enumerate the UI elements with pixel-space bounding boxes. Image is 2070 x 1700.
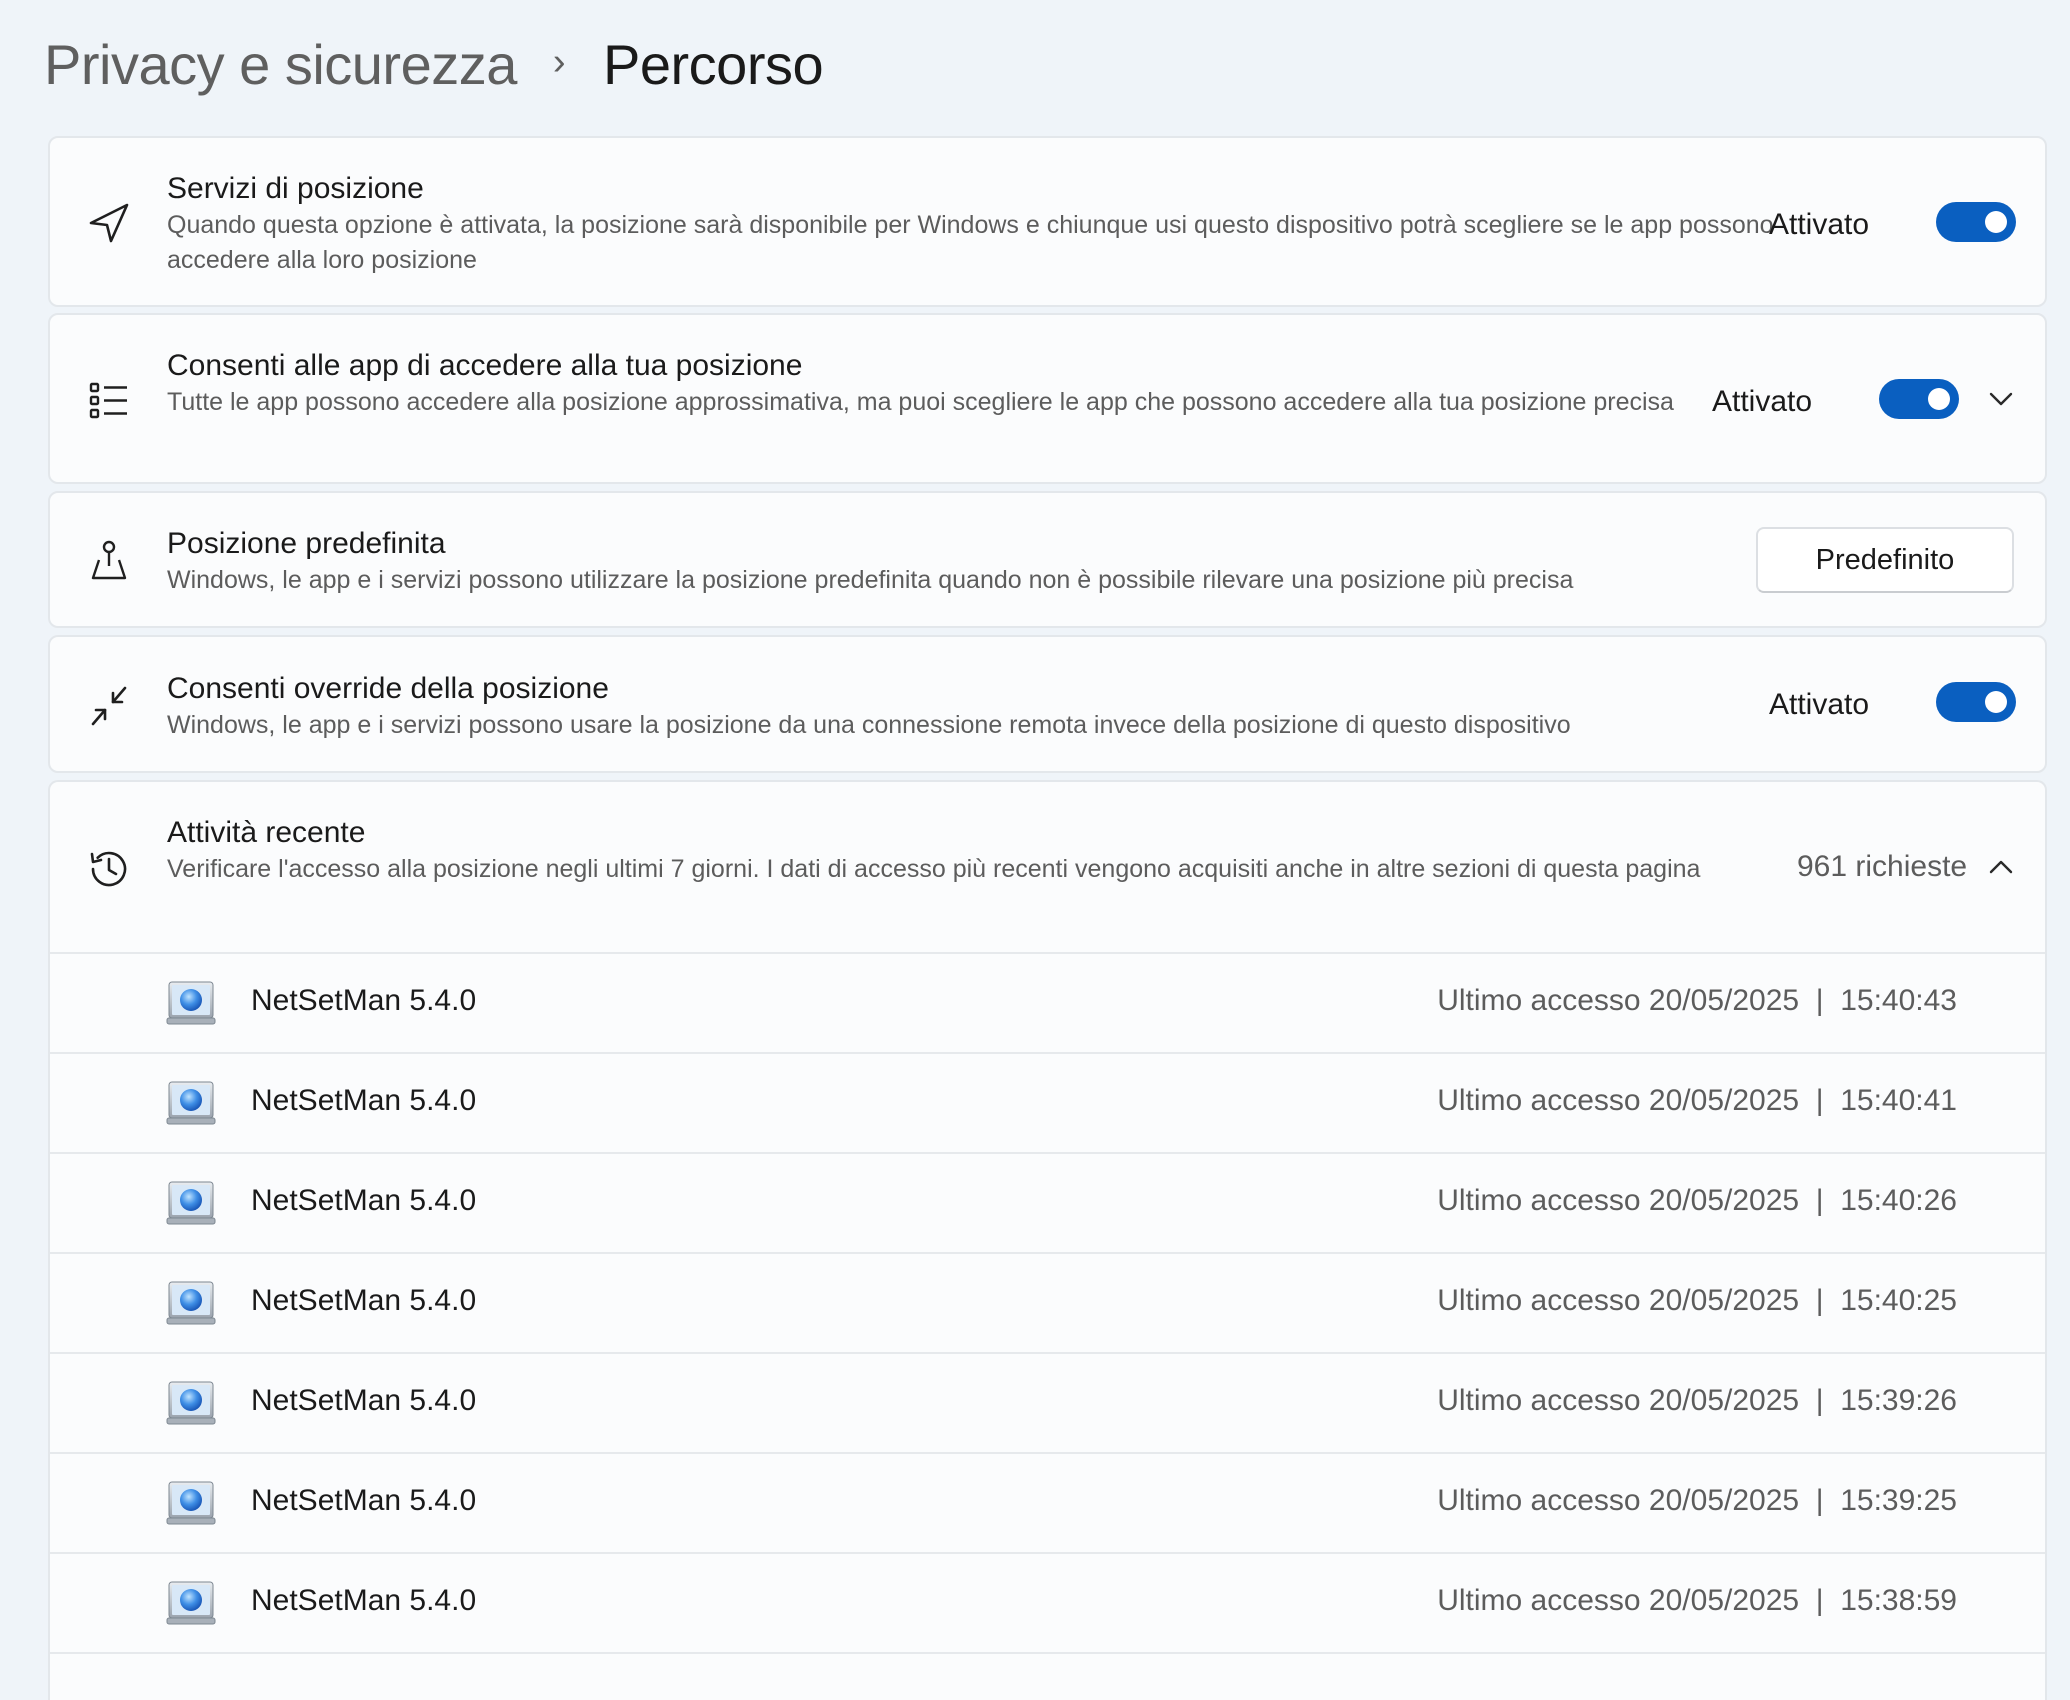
list-item: NetSetMan 5.4.0 Ultimo accesso 20/05/202… [50, 1552, 2045, 1652]
breadcrumb-parent[interactable]: Privacy e sicurezza [44, 32, 517, 97]
last-access-time: Ultimo accesso 20/05/2025 | 15:39:25 [1437, 1484, 1957, 1517]
chevron-up-icon[interactable] [1986, 852, 2016, 882]
list-item: NetSetMan 5.4.0 Ultimo accesso 20/05/202… [50, 1052, 2045, 1152]
breadcrumb-separator: › [552, 40, 566, 83]
app-name: NetSetMan 5.4.0 [251, 1184, 477, 1217]
last-access-time: Ultimo accesso 20/05/2025 | 15:40:41 [1437, 1084, 1957, 1117]
page-title: Percorso [603, 32, 824, 96]
location-services-state: Attivato [1769, 208, 1870, 241]
app-name: NetSetMan 5.4.0 [251, 1284, 477, 1317]
map-pin-icon [84, 535, 134, 585]
app-name: NetSetMan 5.4.0 [251, 1584, 477, 1617]
app-window-icon [166, 1081, 216, 1125]
toggle-knob [1985, 211, 2007, 233]
app-access-state: Attivato [1712, 385, 1813, 418]
app-window-icon [166, 1381, 216, 1425]
list-item: NetSetMan 5.4.0 Ultimo accesso 20/05/202… [50, 1152, 2045, 1252]
history-icon [84, 844, 134, 894]
chevron-down-icon[interactable] [1986, 384, 2016, 414]
location-services-card: Servizi di posizione Quando questa opzio… [48, 136, 2047, 307]
app-name: NetSetMan 5.4.0 [251, 1084, 477, 1117]
location-override-description: Windows, le app e i servizi possono usar… [167, 711, 1571, 739]
list-divider [50, 1652, 2045, 1654]
app-access-card[interactable]: Consenti alle app di accedere alla tua p… [48, 313, 2047, 484]
app-window-icon [166, 981, 216, 1025]
app-access-toggle[interactable] [1879, 379, 1959, 419]
last-access-time: Ultimo accesso 20/05/2025 | 15:40:43 [1437, 984, 1957, 1017]
list-icon [84, 375, 134, 425]
app-window-icon [166, 1581, 216, 1625]
app-window-icon [166, 1481, 216, 1525]
app-window-icon [166, 1181, 216, 1225]
last-access-time: Ultimo accesso 20/05/2025 | 15:40:25 [1437, 1284, 1957, 1317]
location-services-description: Quando questa opzione è attivata, la pos… [167, 211, 1774, 274]
location-override-title: Consenti override della posizione [167, 672, 609, 705]
app-access-description: Tutte le app possono accedere alla posiz… [167, 388, 1674, 416]
last-access-time: Ultimo accesso 20/05/2025 | 15:39:26 [1437, 1384, 1957, 1417]
list-item: NetSetMan 5.4.0 Ultimo accesso 20/05/202… [50, 1352, 2045, 1452]
app-name: NetSetMan 5.4.0 [251, 1384, 477, 1417]
recent-activity-title: Attività recente [167, 816, 366, 849]
list-item: NetSetMan 5.4.0 Ultimo accesso 20/05/202… [50, 1452, 2045, 1552]
default-location-button[interactable]: Predefinito [1756, 527, 2014, 593]
default-location-title: Posizione predefinita [167, 527, 446, 560]
recent-activity-card: Attività recente Verificare l'accesso al… [48, 780, 2047, 1700]
app-name: NetSetMan 5.4.0 [251, 1484, 477, 1517]
location-override-state: Attivato [1769, 688, 1870, 721]
app-window-icon [166, 1281, 216, 1325]
location-override-toggle[interactable] [1936, 682, 2016, 722]
last-access-time: Ultimo accesso 20/05/2025 | 15:40:26 [1437, 1184, 1957, 1217]
location-services-title: Servizi di posizione [167, 172, 424, 205]
remote-arrows-icon [84, 681, 134, 731]
toggle-knob [1928, 388, 1950, 410]
location-services-toggle[interactable] [1936, 202, 2016, 242]
breadcrumb: Privacy e sicurezza › Percorso [44, 28, 824, 100]
recent-activity-description: Verificare l'accesso alla posizione negl… [167, 855, 1701, 883]
default-location-description: Windows, le app e i servizi possono util… [167, 566, 1574, 594]
navigation-arrow-icon [84, 198, 134, 248]
app-name: NetSetMan 5.4.0 [251, 984, 477, 1017]
list-item: NetSetMan 5.4.0 Ultimo accesso 20/05/202… [50, 952, 2045, 1052]
list-item: NetSetMan 5.4.0 Ultimo accesso 20/05/202… [50, 1252, 2045, 1352]
location-override-card: Consenti override della posizione Window… [48, 635, 2047, 773]
toggle-knob [1985, 691, 2007, 713]
last-access-time: Ultimo accesso 20/05/2025 | 15:38:59 [1437, 1584, 1957, 1617]
recent-activity-count: 961 richieste [1797, 850, 1968, 883]
app-access-title: Consenti alle app di accedere alla tua p… [167, 349, 803, 382]
default-location-card: Posizione predefinita Windows, le app e … [48, 491, 2047, 628]
